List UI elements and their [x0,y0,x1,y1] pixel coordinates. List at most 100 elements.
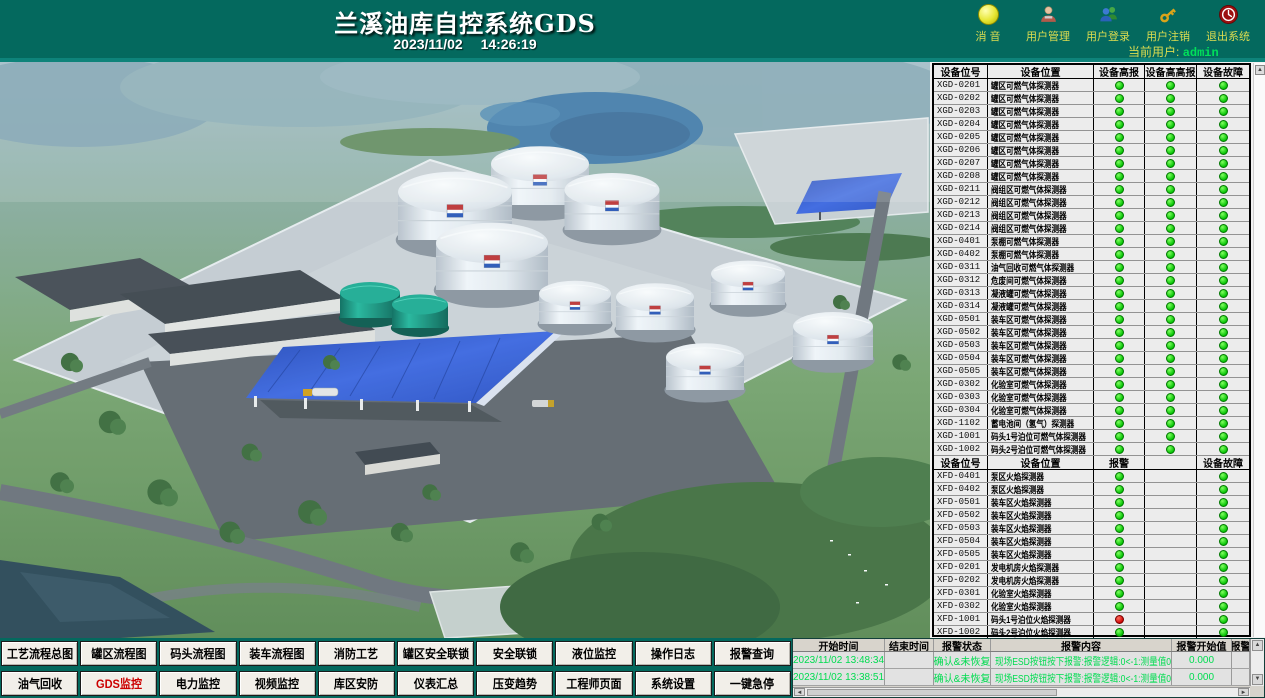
high-alarm-indicator [1115,250,1124,259]
high-alarm-indicator [1115,445,1124,454]
device-table-scrollbar[interactable]: ▲ [1253,63,1265,637]
device-location: 装车区可燃气体探测器 [988,339,1094,351]
user-manage-icon [1038,4,1059,25]
fault-indicator [1219,485,1228,494]
nav-button[interactable]: 报警查询 [714,641,791,666]
fault-indicator [1219,550,1228,559]
device-tag: XGD-0304 [934,404,988,416]
fault-indicator [1219,146,1228,155]
scroll-down-icon[interactable]: ▼ [1252,674,1263,685]
fault-indicator [1219,615,1228,624]
highhigh-alarm-indicator [1166,120,1175,129]
device-tag: XGD-0211 [934,183,988,195]
alarm-status: 确认&未恢复 [934,669,991,685]
gas-detector-row: XGD-0212 阀组区可燃气体探测器 [934,196,1249,209]
fault-indicator [1219,302,1228,311]
gas-table-body: XGD-0201 罐区可燃气体探测器 XGD-0202 罐区可燃气体探测器 [934,79,1249,456]
highhigh-alarm-cell [1145,196,1197,208]
scroll-left-icon[interactable]: ◄ [794,688,805,696]
user-manage-button[interactable]: 用户管理 [1018,2,1078,58]
highhigh-alarm-cell [1145,430,1197,442]
mute-button[interactable]: 消 音 [958,2,1018,58]
nav-button[interactable]: 码头流程图 [159,641,236,666]
high-alarm-indicator [1115,341,1124,350]
highhigh-alarm-indicator [1166,172,1175,181]
fault-cell [1197,613,1249,625]
highhigh-alarm-cell [1145,183,1197,195]
alarm-indicator [1115,615,1124,624]
fault-cell [1197,509,1249,521]
alarm-row[interactable]: 2023/11/02 13:38:51 确认&未恢复 现场ESD按钮按下报警:报… [793,669,1250,686]
fault-cell [1197,365,1249,377]
highhigh-alarm-cell [1145,157,1197,169]
nav-button[interactable]: 库区安防 [318,671,395,696]
device-status-table: 设备位号设备位置设备高报设备高高报设备故障 XGD-0201 罐区可燃气体探测器… [932,63,1251,637]
nav-button[interactable]: 罐区流程图 [80,641,157,666]
nav-button[interactable]: 工艺流程总图 [1,641,78,666]
fault-indicator [1219,524,1228,533]
fault-cell [1197,587,1249,599]
gas-detector-row: XGD-0201 罐区可燃气体探测器 [934,79,1249,92]
highhigh-alarm-indicator [1166,237,1175,246]
high-alarm-cell [1094,79,1145,91]
fault-indicator [1219,133,1228,142]
highhigh-alarm-indicator [1166,276,1175,285]
nav-button[interactable]: 仪表汇总 [397,671,474,696]
device-tag: XFD-0301 [934,587,988,599]
nav-button[interactable]: 消防工艺 [318,641,395,666]
highhigh-alarm-indicator [1166,393,1175,402]
fault-indicator [1219,237,1228,246]
highhigh-alarm-indicator [1166,354,1175,363]
fire-detector-row: XFD-1001 码头1号泊位火焰探测器 [934,613,1249,626]
column-header: 设备位号 [934,456,988,469]
high-alarm-cell [1094,144,1145,156]
alarm-horizontal-scrollbar[interactable]: ◄ ► [793,687,1250,697]
fault-cell [1197,326,1249,338]
device-tag: XFD-0504 [934,535,988,547]
spacer-cell [1145,626,1197,638]
scroll-up-icon[interactable]: ▲ [1252,640,1263,651]
highhigh-alarm-cell [1145,391,1197,403]
nav-button[interactable]: GDS监控 [80,671,157,696]
gas-detector-row: XGD-0311 油气回收可燃气体探测器 [934,261,1249,274]
fault-cell [1197,561,1249,573]
fault-indicator [1219,224,1228,233]
fault-indicator [1219,498,1228,507]
high-alarm-indicator [1115,289,1124,298]
highhigh-alarm-indicator [1166,133,1175,142]
nav-button[interactable]: 装车流程图 [239,641,316,666]
nav-button[interactable]: 油气回收 [1,671,78,696]
nav-button[interactable]: 罐区安全联锁 [397,641,474,666]
scroll-right-icon[interactable]: ► [1238,688,1249,696]
fire-detector-row: XFD-0402 泵区火焰探测器 [934,483,1249,496]
fault-cell [1197,209,1249,221]
gas-detector-row: XGD-0211 阀组区可燃气体探测器 [934,183,1249,196]
device-tag: XGD-0302 [934,378,988,390]
alarm-vertical-scrollbar[interactable]: ▲ ▼ [1250,639,1264,686]
nav-button[interactable]: 视频监控 [239,671,316,696]
spacer-cell [1145,470,1197,482]
highhigh-alarm-indicator [1166,419,1175,428]
high-alarm-cell [1094,196,1145,208]
fault-indicator [1219,406,1228,415]
highhigh-alarm-indicator [1166,159,1175,168]
fault-cell [1197,378,1249,390]
scroll-up-icon[interactable]: ▲ [1255,65,1265,75]
nav-button[interactable]: 液位监控 [555,641,632,666]
datetime: 2023/11/02 14:26:19 [0,36,930,52]
device-location: 发电机房火焰探测器 [988,574,1094,586]
nav-button[interactable]: 操作日志 [635,641,712,666]
alarm-indicator [1115,550,1124,559]
nav-button[interactable]: 安全联锁 [476,641,553,666]
device-location: 装车区可燃气体探测器 [988,326,1094,338]
scrollbar-thumb[interactable] [807,689,1057,696]
alarm-row[interactable]: 2023/11/02 13:48:34 确认&未恢复 现场ESD按钮按下报警:报… [793,652,1250,669]
bottom-nav: 工艺流程总图 罐区流程图 码头流程图 装车流程图 消防工艺 [0,638,792,698]
nav-button[interactable]: 电力监控 [159,671,236,696]
nav-button[interactable]: 系统设置 [635,671,712,696]
gas-detector-row: XGD-0402 泵棚可燃气体探测器 [934,248,1249,261]
nav-button[interactable]: 一键急停 [714,671,791,696]
nav-button[interactable]: 压变趋势 [476,671,553,696]
high-alarm-cell [1094,92,1145,104]
nav-button[interactable]: 工程师页面 [555,671,632,696]
